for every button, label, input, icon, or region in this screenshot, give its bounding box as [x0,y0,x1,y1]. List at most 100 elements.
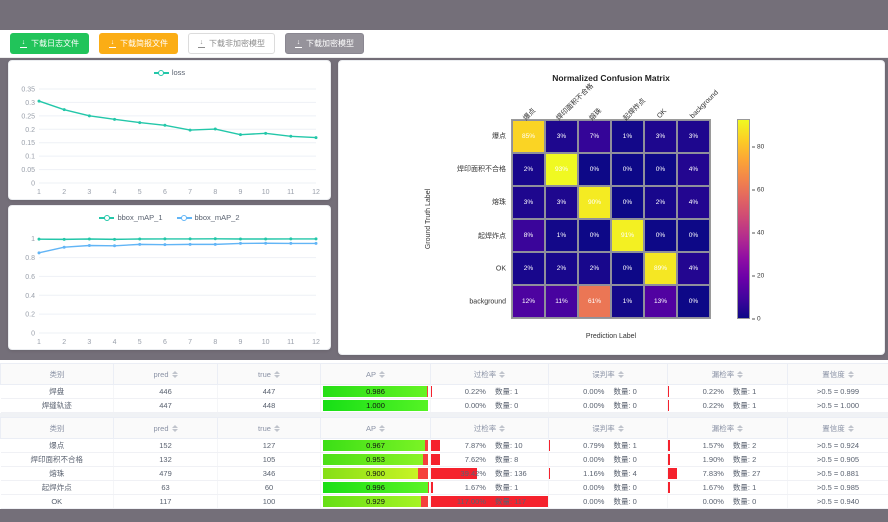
svg-text:0: 0 [31,331,35,338]
legend-item-bbox-map-1[interactable]: bbox_mAP_1 [99,213,162,222]
sort-icon[interactable] [499,425,505,432]
true-count: 127 [218,439,321,453]
svg-text:0.3: 0.3 [25,100,35,107]
legend-item-bbox-map-2[interactable]: bbox_mAP_2 [177,213,240,222]
column-header-误判率[interactable]: 误判率 [549,364,668,385]
column-header-过检率[interactable]: 过检率 [431,418,549,439]
confusion-cell: 3% [545,120,578,153]
ap-cell: 0.929 [321,495,431,509]
rate-count: 数量: 0 [733,496,756,507]
sort-icon[interactable] [274,371,280,378]
svg-text:9: 9 [239,339,243,346]
rate-value: 1.57% [668,441,724,450]
confusion-cell: 0% [611,153,644,186]
misjudge-cell: 0.00%数量: 0 [549,495,668,509]
sort-icon[interactable] [737,425,743,432]
legend-item-loss[interactable]: loss [154,68,185,77]
rate-count: 数量: 0 [613,496,636,507]
class-name: 焊盘 [1,385,114,399]
map-chart-card: bbox_mAP_1 bbox_mAP_2 00.20.40.60.811234… [8,205,331,350]
miss-cell: 1.67%数量: 1 [668,481,788,495]
confusion-cell: 3% [512,186,545,219]
svg-text:7: 7 [188,339,192,346]
column-header-漏检率[interactable]: 漏检率 [668,364,788,385]
colorbar [737,119,750,319]
sort-icon[interactable] [848,425,854,432]
ap-value: 0.953 [323,454,428,465]
sort-icon[interactable] [499,371,505,378]
sort-icon[interactable] [618,371,624,378]
download-encrypted-model-button[interactable]: ↓ 下载加密模型 [285,33,364,54]
confusion-cell: 13% [644,285,677,318]
pred-count: 132 [114,453,218,467]
confidence-value: >0.5 = 0.924 [788,439,888,453]
sort-icon[interactable] [274,425,280,432]
svg-text:3: 3 [87,339,91,346]
confusion-cell: 0% [578,153,611,186]
sort-icon[interactable] [618,425,624,432]
miss-cell: 0.22%数量: 1 [668,399,788,413]
table-row: 爆点1521270.9677.87%数量: 100.79%数量: 11.57%数… [1,439,888,453]
miss-cell: 1.57%数量: 2 [668,439,788,453]
true-count: 346 [218,467,321,481]
loss-chart: 00.050.10.150.20.250.30.3512345678910111… [9,81,330,204]
column-header-pred[interactable]: pred [114,418,218,439]
ap-cell: 0.996 [321,481,431,495]
ap-cell: 0.967 [321,439,431,453]
confusion-cell: 2% [512,153,545,186]
loss-chart-card: loss 00.050.10.150.20.250.30.35123456789… [8,60,331,200]
pred-count: 63 [114,481,218,495]
svg-text:0.8: 0.8 [25,255,35,262]
sort-icon[interactable] [737,371,743,378]
class-name: 焊缝轨迹 [1,399,114,413]
rate-count: 数量: 27 [733,468,761,479]
sort-icon[interactable] [172,425,178,432]
column-header-true[interactable]: true [218,364,321,385]
rate-count: 数量: 0 [613,454,636,465]
miss-cell: 0.22%数量: 1 [668,385,788,399]
line-series-icon [177,214,192,221]
column-header-AP[interactable]: AP [321,364,431,385]
download-log-button[interactable]: ↓ 下载日志文件 [10,33,89,54]
column-header-漏检率[interactable]: 漏检率 [668,418,788,439]
sort-icon[interactable] [379,425,385,432]
pred-count: 446 [114,385,218,399]
colorbar-tick: 40 [752,229,764,236]
svg-text:0.2: 0.2 [25,312,35,319]
sort-icon[interactable] [379,371,385,378]
confusion-row-label: 熔珠 [411,197,506,207]
sort-icon[interactable] [172,371,178,378]
confidence-value: >0.5 = 1.000 [788,399,888,413]
sort-icon[interactable] [848,371,854,378]
pred-count: 479 [114,467,218,481]
column-header-AP[interactable]: AP [321,418,431,439]
column-header-置信度[interactable]: 置信度 [788,418,888,439]
misjudge-cell: 1.16%数量: 4 [549,467,668,481]
rate-value: 0.22% [668,387,724,396]
column-header-误判率[interactable]: 误判率 [549,418,668,439]
confidence-value: >0.5 = 0.999 [788,385,888,399]
confusion-cell: 85% [512,120,545,153]
rate-count: 数量: 1 [495,482,518,493]
svg-text:4: 4 [113,339,117,346]
overdetect-cell: 0.22%数量: 1 [431,385,549,399]
download-unencrypted-model-button[interactable]: ↓ 下载非加密模型 [188,33,275,54]
download-report-button[interactable]: ↓ 下载简报文件 [99,33,178,54]
column-header-过检率[interactable]: 过检率 [431,364,549,385]
ap-value: 0.929 [323,496,428,507]
column-header-置信度[interactable]: 置信度 [788,364,888,385]
rate-count: 数量: 1 [733,482,756,493]
confusion-cell: 3% [644,120,677,153]
overdetect-cell: 7.87%数量: 10 [431,439,549,453]
confusion-cell: 0% [611,186,644,219]
confusion-cell: 91% [611,219,644,252]
overdetect-cell: 1.67%数量: 1 [431,481,549,495]
class-name: 熔珠 [1,467,114,481]
rate-value: 1.90% [668,455,724,464]
table-row: 焊印面积不合格1321050.9537.62%数量: 80.00%数量: 01.… [1,453,888,467]
column-header-pred[interactable]: pred [114,364,218,385]
column-header-true[interactable]: true [218,418,321,439]
rate-value: 0.00% [549,455,604,464]
table-row: 焊盘4464470.9860.22%数量: 10.00%数量: 00.22%数量… [1,385,888,399]
misjudge-cell: 0.00% 数量: 0 [549,453,668,467]
